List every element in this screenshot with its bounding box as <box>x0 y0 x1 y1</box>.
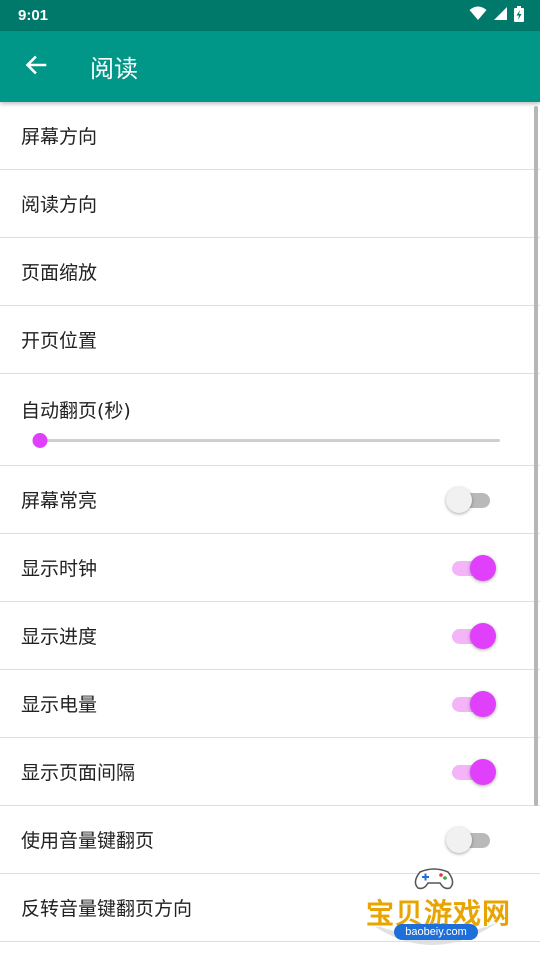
setting-page-zoom[interactable]: 页面缩放 <box>0 238 540 306</box>
setting-show-clock[interactable]: 显示时钟 <box>0 534 540 602</box>
setting-auto-page-turn: 自动翻页(秒) <box>0 374 540 466</box>
setting-label: 使用音量键翻页 <box>21 830 155 852</box>
game-controller-icon <box>414 868 454 890</box>
status-time: 9:01 <box>18 7 49 24</box>
setting-label: 页面缩放 <box>21 262 98 284</box>
switch-thumb <box>470 758 496 785</box>
app-bar: 阅读 <box>0 31 540 102</box>
watermark-logo: 宝贝游戏网 baobeiy.com <box>362 866 512 958</box>
status-icons <box>469 5 524 26</box>
setting-label: 显示时钟 <box>21 558 98 580</box>
setting-label: 反转音量键翻页方向 <box>21 898 193 920</box>
slider-thumb[interactable] <box>32 433 48 448</box>
wifi-icon <box>469 6 487 25</box>
status-bar: 9:01 <box>0 0 540 31</box>
auto-page-turn-slider[interactable] <box>32 433 500 448</box>
show-clock-switch[interactable] <box>446 553 496 583</box>
back-arrow-icon <box>24 53 48 81</box>
back-button[interactable] <box>0 31 72 102</box>
volume-key-page-turn-switch[interactable] <box>446 825 496 855</box>
setting-keep-screen-on[interactable]: 屏幕常亮 <box>0 466 540 534</box>
switch-thumb <box>470 690 496 717</box>
setting-screen-orientation[interactable]: 屏幕方向 <box>0 102 540 170</box>
setting-show-page-gap[interactable]: 显示页面间隔 <box>0 738 540 806</box>
switch-thumb <box>446 826 472 853</box>
show-battery-switch[interactable] <box>446 689 496 719</box>
keep-screen-on-switch[interactable] <box>446 485 496 515</box>
setting-label: 屏幕方向 <box>21 126 98 148</box>
setting-open-page-position[interactable]: 开页位置 <box>0 306 540 374</box>
setting-show-progress[interactable]: 显示进度 <box>0 602 540 670</box>
show-progress-switch[interactable] <box>446 621 496 651</box>
switch-thumb <box>470 554 496 581</box>
setting-label: 显示页面间隔 <box>21 762 136 784</box>
setting-label: 屏幕常亮 <box>21 490 98 512</box>
setting-label: 自动翻页(秒) <box>21 400 131 422</box>
setting-label: 显示电量 <box>21 694 98 716</box>
watermark-domain: baobeiy.com <box>394 924 478 940</box>
show-page-gap-switch[interactable] <box>446 757 496 787</box>
setting-show-battery[interactable]: 显示电量 <box>0 670 540 738</box>
setting-volume-key-page-turn[interactable]: 使用音量键翻页 <box>0 806 540 874</box>
battery-icon <box>514 5 524 26</box>
page-title: 阅读 <box>90 55 138 83</box>
scrollbar[interactable] <box>534 106 538 806</box>
setting-reading-direction[interactable]: 阅读方向 <box>0 170 540 238</box>
switch-thumb <box>446 486 472 513</box>
switch-thumb <box>470 622 496 649</box>
setting-label: 阅读方向 <box>21 194 98 216</box>
settings-list: 屏幕方向 阅读方向 页面缩放 开页位置 自动翻页(秒) 屏幕常亮 显示时钟 显示… <box>0 102 540 942</box>
setting-label: 显示进度 <box>21 626 98 648</box>
cell-signal-icon <box>493 6 508 25</box>
setting-label: 开页位置 <box>21 330 98 352</box>
